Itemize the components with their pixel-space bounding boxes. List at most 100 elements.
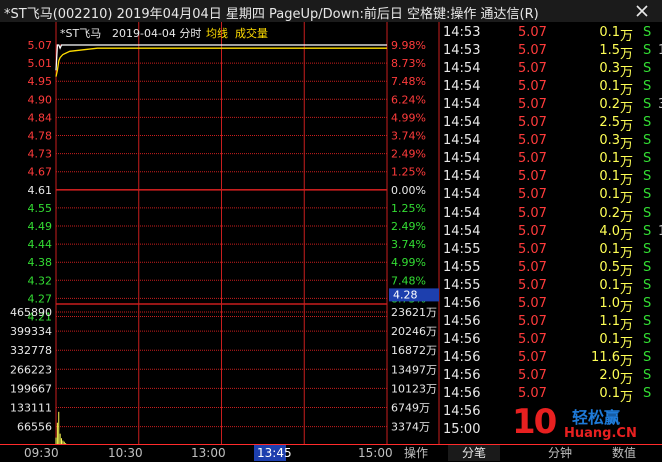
pct-tick-right: 3.74%: [391, 238, 426, 251]
volume-tick-right: 6749万: [391, 402, 430, 415]
trade-volume: 0.2: [599, 205, 620, 221]
chart-stock-name: *ST飞马: [60, 27, 101, 40]
trade-side: S: [643, 241, 652, 257]
pct-tick-right: 2.49%: [391, 220, 426, 233]
trade-time: 14:54: [443, 151, 481, 167]
price-tick-left: 4.73: [28, 148, 53, 161]
trade-side: S: [643, 313, 652, 329]
trade-price: 5.07: [518, 241, 547, 257]
tab-values[interactable]: 数值: [604, 445, 644, 461]
trade-time: 14:56: [443, 295, 481, 311]
trade-row: 14:54 5.07 0.2 万 S: [440, 205, 662, 225]
trade-time: 14:53: [443, 25, 481, 40]
trade-time: 14:54: [443, 79, 481, 95]
close-x-icon[interactable]: [634, 3, 650, 19]
trade-volume: 0.3: [599, 133, 620, 149]
pct-tick-right: 7.48%: [391, 75, 426, 88]
volume-tick-right: 10123万: [391, 382, 437, 395]
trade-volume: 0.1: [599, 169, 620, 185]
trade-side: S: [643, 133, 652, 149]
current-price-label: 4.28: [393, 288, 418, 301]
trade-time: 14:56: [443, 404, 481, 420]
tab-operate[interactable]: 操作: [396, 445, 436, 461]
pct-tick-right: 3.74%: [391, 130, 426, 143]
trade-row: 14:54 5.07 0.3 万 S: [440, 60, 662, 80]
trade-row: 14:54 5.07 0.1 万 S: [440, 168, 662, 188]
trade-side: S: [643, 25, 652, 40]
legend-volume: 成交量: [235, 26, 268, 40]
trade-row: 14:55 5.07 0.1 万 S: [440, 277, 662, 297]
pct-tick-right: 9.98%: [391, 39, 426, 52]
trade-row: 14:56 5.07 2.0 万 S: [440, 367, 662, 387]
tab-ticks[interactable]: 分笔: [448, 445, 500, 461]
price-tick-left: 4.55: [28, 202, 53, 215]
volume-tick-right: 13497万: [391, 363, 437, 376]
trade-side: S: [643, 295, 652, 311]
trade-row: 14:545.074.0万S1: [440, 223, 662, 243]
volume-tick-right: 16872万: [391, 344, 437, 357]
volume-tick-left: 133111: [10, 402, 52, 415]
trade-price: 5.07: [518, 151, 547, 167]
trade-time: 14:56: [443, 367, 481, 383]
trade-ticks-panel[interactable]: 14:535.070.1万S14:535.071.5万S114:545.070.…: [440, 24, 662, 440]
trade-price: 5.07: [518, 277, 547, 293]
trade-volume: 0.3: [599, 61, 620, 77]
volume-tick-left: 332778: [10, 344, 52, 357]
pct-tick-right: 1.25%: [391, 166, 426, 179]
price-tick-left: 4.95: [28, 75, 53, 88]
trade-row: 14:56 5.07 1.0 万 S: [440, 295, 662, 315]
trade-price: 5.07: [518, 187, 547, 203]
trade-price: 5.07: [518, 43, 547, 59]
trade-time: 14:54: [443, 115, 481, 131]
volume-tick-left: 465890: [10, 306, 52, 319]
volume-tick-right: 20246万: [391, 325, 437, 338]
trade-time: 15:00: [443, 422, 481, 438]
volume-tick-left: 399334: [10, 325, 52, 338]
trade-time: 14:54: [443, 223, 481, 239]
price-tick-left: 5.01: [28, 57, 53, 70]
price-tick-left: 4.67: [28, 166, 53, 179]
price-tick-left: 4.78: [28, 130, 53, 143]
trade-volume: 11.6: [591, 349, 620, 365]
trade-row: 14:54 5.07 0.1 万 S: [440, 150, 662, 170]
trade-volume: 1.5: [599, 43, 620, 59]
trade-side: S: [643, 223, 652, 239]
trade-volume: 4.0: [599, 223, 620, 239]
trade-row: 14:54 5.07 0.1 万 S: [440, 186, 662, 206]
trade-side: S: [643, 367, 652, 383]
trade-side: S: [643, 61, 652, 77]
chart-date-period: 2019-04-04 分时: [112, 27, 201, 40]
price-tick-left: 4.61: [28, 184, 53, 197]
tab-minute[interactable]: 分钟: [540, 445, 580, 461]
trade-row: 14:56 5.07 0.1 万 S: [440, 385, 662, 405]
title-bar: *ST飞马(002210) 2019年04月04日 星期四 PageUp/Dow…: [0, 0, 662, 22]
logo-chinese: 轻松赢: [572, 408, 621, 427]
pct-tick-right: 0.00%: [391, 184, 426, 197]
trade-row: 14:54 5.07 2.5 万 S: [440, 114, 662, 134]
trade-volume: 0.2: [599, 97, 620, 113]
trade-volume: 0.1: [599, 25, 620, 40]
trade-time: 14:56: [443, 349, 481, 365]
trade-price: 5.07: [518, 79, 547, 95]
volume-tick-left: 199667: [10, 382, 52, 395]
price-tick-left: 4.84: [28, 111, 53, 124]
trade-row: 14:56 5.07 1.1 万 S: [440, 313, 662, 333]
time-label-0930: 09:30: [24, 446, 59, 460]
legend-avg: 均线: [206, 26, 228, 40]
trade-row: 14:55 5.07 0.5 万 S: [440, 259, 662, 279]
price-tick-left: 4.49: [28, 220, 53, 233]
trade-row: 14:54 5.07 0.3 万 S: [440, 132, 662, 152]
intraday-chart[interactable]: 5.07 9.98% 5.01 8.73% 4.95 7.48% 4.90 6.24% 4.84…: [0, 22, 440, 444]
trade-volume: 0.1: [599, 241, 620, 257]
trade-side: S: [643, 79, 652, 95]
volume-tick-left: 266223: [10, 363, 52, 376]
price-tick-left: 4.38: [28, 256, 53, 269]
trade-time: 14:54: [443, 187, 481, 203]
trade-price: 5.07: [518, 223, 547, 239]
trade-row: 14:56 5.07 11.6 万 S: [440, 349, 662, 369]
trade-price: 5.07: [518, 295, 547, 311]
trade-row: 14:54 5.07 0.1 万 S: [440, 78, 662, 98]
trade-price: 5.07: [518, 115, 547, 131]
trade-time: 14:54: [443, 133, 481, 149]
trade-side: S: [643, 43, 652, 59]
